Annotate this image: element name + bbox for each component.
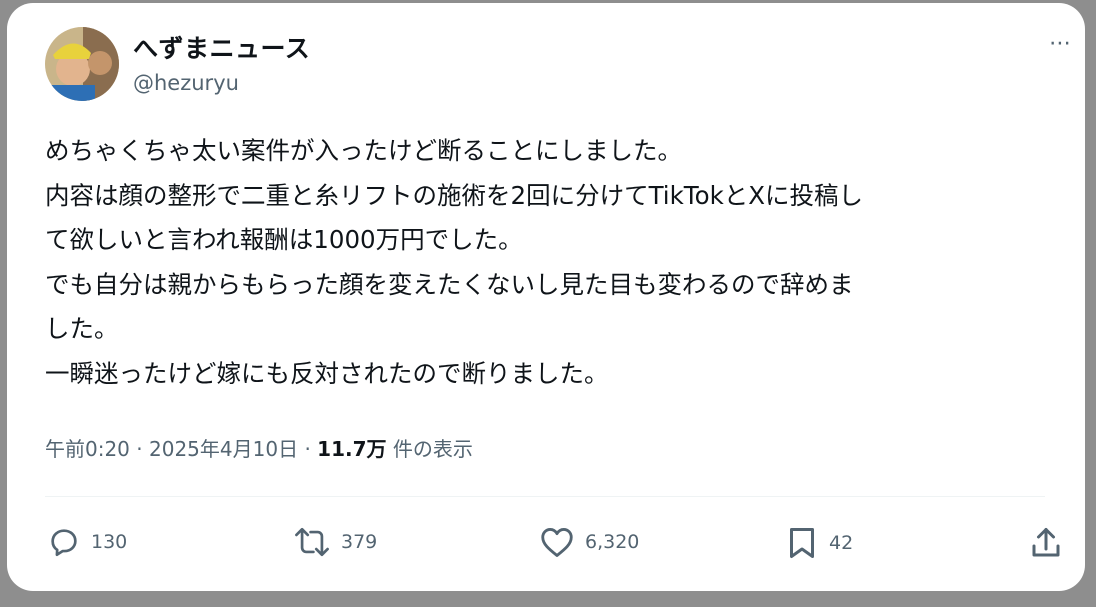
divider (45, 496, 1045, 497)
post-text: めちゃくちゃ太い案件が入ったけど断ることにしました。 内容は顔の整形で二重と糸リ… (45, 136, 864, 388)
views-count: 11.7万 (317, 437, 387, 461)
reply-button[interactable]: 130 (47, 525, 127, 559)
post-meta: 午前0:20 · 2025年4月10日 · 11.7万 件の表示 (45, 433, 473, 462)
meta-separator: · (304, 437, 311, 461)
views-label: 件の表示 (392, 437, 473, 461)
reply-count: 130 (91, 531, 128, 553)
post-card: へずまニュース @hezuryu ⋯ めちゃくちゃ太い案件が入ったけど断ることに… (7, 3, 1085, 591)
post-time[interactable]: 午前0:20 (45, 437, 130, 461)
user-handle[interactable]: @hezuryu (133, 71, 239, 95)
meta-separator: · (136, 437, 143, 461)
bookmark-icon (785, 525, 819, 561)
display-name[interactable]: へずまニュース (133, 29, 310, 65)
more-options-icon[interactable]: ⋯ (1049, 31, 1072, 56)
repost-button[interactable]: 379 (293, 525, 377, 559)
share-icon (1029, 525, 1063, 561)
bookmark-button[interactable]: 42 (785, 525, 853, 561)
like-count: 6,320 (585, 531, 640, 553)
post-date[interactable]: 2025年4月10日 (149, 437, 298, 461)
reply-icon (47, 525, 81, 559)
heart-icon (539, 525, 575, 559)
bookmark-count: 42 (829, 532, 854, 554)
share-button[interactable] (1029, 525, 1063, 561)
avatar[interactable] (45, 27, 119, 101)
repost-count: 379 (341, 531, 378, 553)
repost-icon (293, 525, 331, 559)
like-button[interactable]: 6,320 (539, 525, 639, 559)
